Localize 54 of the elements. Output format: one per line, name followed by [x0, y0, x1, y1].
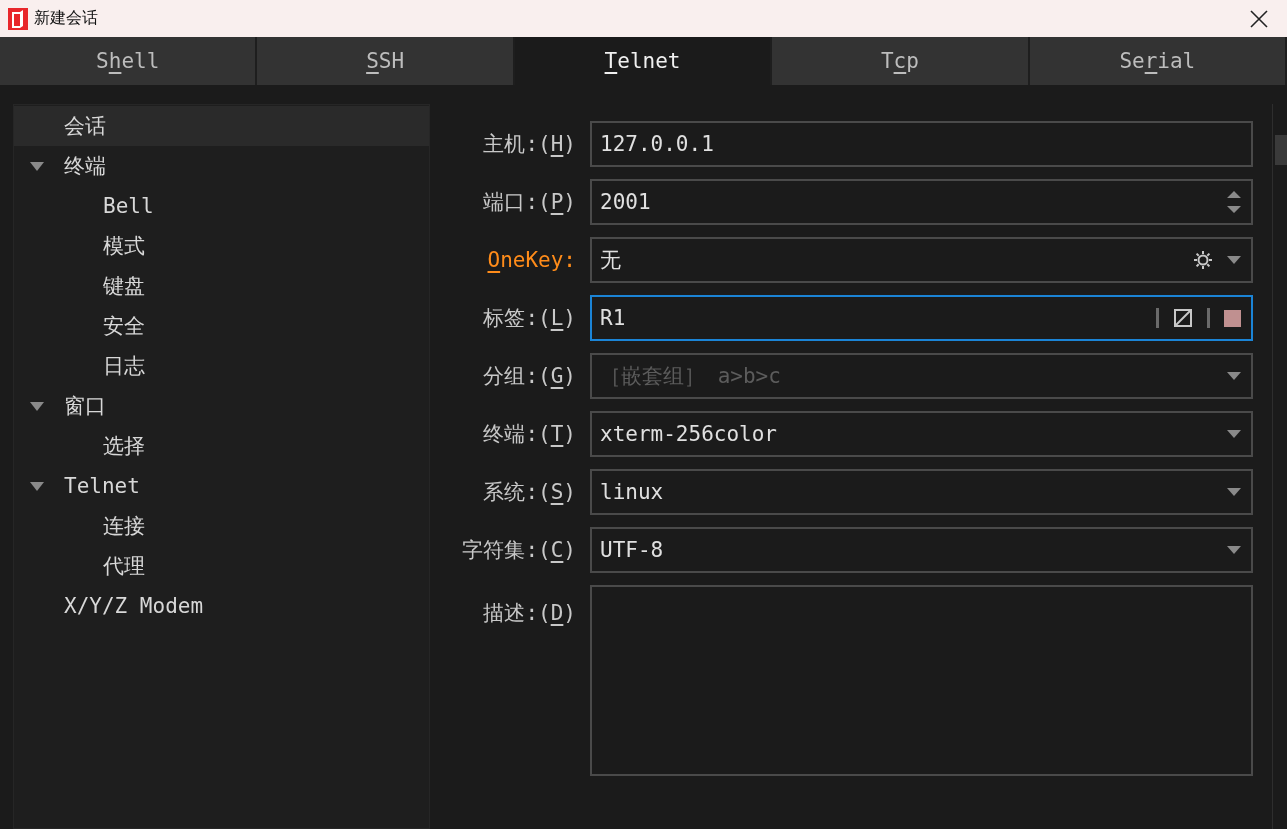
field-label: 终端:(T) — [482, 421, 576, 448]
placeholder-text: ［嵌套组］ a>b>c — [600, 363, 782, 390]
color-swatch[interactable] — [1224, 309, 1241, 327]
field-value: 2001 — [600, 190, 652, 214]
tree-item[interactable]: 日志 — [14, 346, 429, 386]
field-label: 系统:(S) — [482, 479, 576, 506]
field-label: 分组:(G) — [482, 363, 576, 390]
no-color-icon[interactable] — [1173, 308, 1193, 328]
tree-item[interactable]: Telnet — [14, 466, 429, 506]
field-value: UTF-8 — [600, 538, 665, 562]
field-label: 标签:(L) — [482, 305, 576, 332]
tab[interactable]: Telnet — [514, 37, 773, 85]
field-label: 描述:(D) — [482, 600, 576, 627]
caret-icon[interactable] — [30, 161, 44, 171]
tree-item[interactable]: 连接 — [14, 506, 429, 546]
dropdown-arrow-icon[interactable] — [1227, 488, 1241, 496]
field-value: 无 — [600, 247, 622, 274]
dropdown-field[interactable]: xterm-256color — [590, 411, 1253, 457]
field-label: OneKey: — [486, 248, 576, 272]
tree-item[interactable]: 安全 — [14, 306, 429, 346]
field-label: 端口:(P) — [482, 189, 576, 216]
dropdown-arrow-icon[interactable] — [1227, 372, 1241, 380]
window-title: 新建会话 — [34, 8, 99, 29]
tree-item[interactable]: Bell — [14, 186, 429, 226]
field-value: linux — [600, 480, 665, 504]
tree-item[interactable]: 选择 — [14, 426, 429, 466]
spin-field[interactable]: 2001 — [590, 179, 1253, 225]
caret-icon[interactable] — [30, 481, 44, 491]
field-value: R1 — [600, 306, 627, 330]
spin-arrows-icon[interactable] — [1227, 189, 1241, 215]
dropdown-field[interactable]: 无 — [590, 237, 1253, 283]
dropdown-field[interactable]: UTF-8 — [590, 527, 1253, 573]
input-field[interactable]: 127.0.0.1 — [590, 121, 1253, 167]
dropdown-arrow-icon[interactable] — [1227, 546, 1241, 554]
tree-item[interactable]: 窗口 — [14, 386, 429, 426]
field-label: 主机:(H) — [482, 131, 576, 158]
tree-item[interactable]: 会话 — [14, 106, 429, 146]
field-value: xterm-256color — [600, 422, 778, 446]
tree-item[interactable]: 代理 — [14, 546, 429, 586]
dropdown-arrow-icon[interactable] — [1227, 256, 1241, 264]
tree-item[interactable]: 模式 — [14, 226, 429, 266]
tree-item[interactable]: 键盘 — [14, 266, 429, 306]
app-logo-icon — [8, 7, 28, 30]
input-field[interactable]: R1 — [590, 295, 1253, 341]
dropdown-field[interactable]: linux — [590, 469, 1253, 515]
field-label: 字符集:(C) — [461, 537, 576, 564]
tree-item[interactable]: X/Y/Z Modem — [14, 586, 429, 626]
close-icon[interactable] — [1250, 9, 1268, 28]
scrollbar-thumb[interactable] — [1275, 135, 1287, 165]
field-value: 127.0.0.1 — [600, 132, 715, 156]
tree-item[interactable]: 终端 — [14, 146, 429, 186]
caret-icon[interactable] — [30, 401, 44, 411]
dropdown-arrow-icon[interactable] — [1227, 430, 1241, 438]
gear-icon[interactable] — [1193, 250, 1213, 270]
